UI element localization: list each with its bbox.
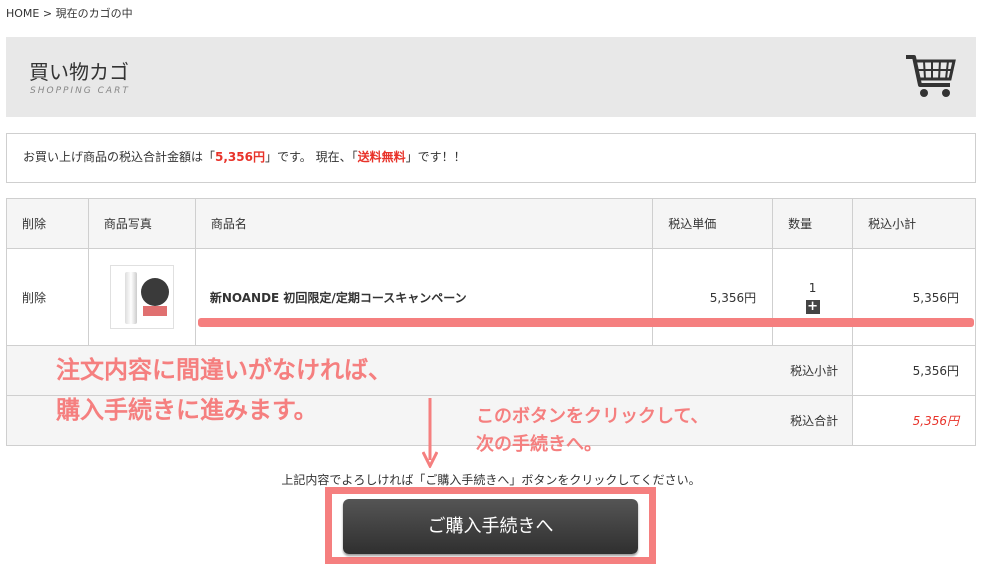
notice-prefix: お買い上げ商品の税込合計金額は「 bbox=[23, 150, 216, 164]
header-photo: 商品写真 bbox=[87, 198, 196, 249]
total-value: 5,356円 bbox=[852, 395, 976, 446]
breadcrumb-home-link[interactable]: HOME bbox=[6, 7, 39, 20]
quantity-plus-button[interactable]: + bbox=[805, 299, 820, 314]
product-thumbnail[interactable] bbox=[109, 265, 174, 329]
notice-middle: 」です。 現在、「 bbox=[264, 150, 358, 164]
highlight-underline bbox=[198, 318, 974, 327]
cart-icon bbox=[906, 55, 956, 97]
notice-amount: 5,356円 bbox=[215, 150, 265, 164]
header-subtotal: 税込小計 bbox=[852, 198, 976, 249]
header-delete: 削除 bbox=[6, 198, 89, 249]
product-photo-cell bbox=[87, 248, 196, 346]
annotation-line: 次の手続きへ。 bbox=[476, 434, 602, 455]
breadcrumb-current: 現在のカゴの中 bbox=[55, 7, 133, 20]
quantity-value: 1 bbox=[808, 280, 817, 295]
breadcrumb-separator: > bbox=[42, 7, 53, 20]
bottle-image bbox=[124, 272, 137, 324]
tag-image bbox=[142, 306, 167, 316]
annotation-line: 購入手続きに進みます。 bbox=[56, 396, 318, 424]
page-subtitle: SHOPPING CART bbox=[30, 86, 130, 96]
annotation-line: このボタンをクリックして、 bbox=[476, 406, 709, 427]
unit-price: 5,356円 bbox=[652, 248, 774, 346]
header-qty: 数量 bbox=[772, 198, 854, 249]
quantity-cell: 1 + bbox=[772, 248, 854, 346]
delete-link[interactable]: 削除 bbox=[6, 248, 89, 346]
notice-suffix: 」です！！ bbox=[405, 150, 466, 164]
arrow-down-icon bbox=[422, 398, 438, 468]
badge-image bbox=[140, 278, 169, 306]
product-name: 新NOANDE 初回限定/定期コースキャンペーン bbox=[194, 248, 654, 346]
confirm-instruction: 上記内容でよろしければ「ご購入手続きへ」ボタンをクリックしてください。 bbox=[281, 473, 701, 487]
breadcrumb: HOME > 現在のカゴの中 bbox=[6, 5, 133, 21]
total-notice: お買い上げ商品の税込合計金額は「5,356円」です。 現在、「送料無料」です！！ bbox=[6, 133, 976, 183]
header-price: 税込単価 bbox=[652, 198, 774, 249]
header-name: 商品名 bbox=[194, 198, 654, 249]
subtotal-value: 5,356円 bbox=[852, 345, 976, 396]
annotation-note-right: このボタンをクリックして、 次の手続きへ。 bbox=[476, 403, 709, 459]
annotation-line: 注文内容に間違いがなければ、 bbox=[56, 356, 392, 384]
proceed-to-checkout-button[interactable]: ご購入手続きへ bbox=[343, 499, 638, 554]
notice-shipping: 送料無料 bbox=[357, 150, 406, 164]
annotation-note-left: 注文内容に間違いがなければ、 購入手続きに進みます。 bbox=[56, 350, 392, 430]
cart-header: 買い物カゴ SHOPPING CART bbox=[6, 37, 976, 117]
table-row: 削除 新NOANDE 初回限定/定期コースキャンペーン 5,356円 1 + 5… bbox=[6, 248, 976, 346]
item-subtotal: 5,356円 bbox=[852, 248, 976, 346]
page-title: 買い物カゴ bbox=[29, 60, 129, 84]
table-header-row: 削除 商品写真 商品名 税込単価 数量 税込小計 bbox=[6, 198, 976, 249]
